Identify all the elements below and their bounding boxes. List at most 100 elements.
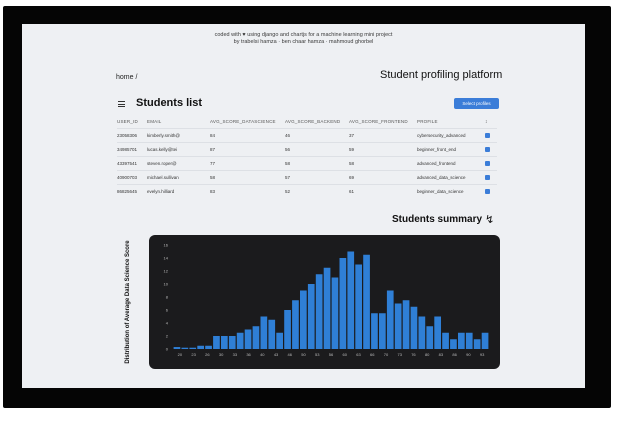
table-cell: 58 bbox=[285, 156, 349, 171]
x-tick-label: 30 bbox=[219, 352, 224, 357]
x-tick-label: 86 bbox=[452, 352, 457, 357]
histogram-bar[interactable] bbox=[307, 284, 315, 349]
histogram-bar[interactable] bbox=[260, 316, 268, 350]
select-profiles-button[interactable]: Select profiles bbox=[454, 98, 499, 109]
table-cell: lucas.kelly@tei bbox=[147, 142, 210, 157]
histogram-bar[interactable] bbox=[394, 303, 402, 350]
table-cell: 57 bbox=[285, 170, 349, 185]
x-tick-label: 60 bbox=[343, 352, 348, 357]
histogram-bar[interactable] bbox=[315, 274, 323, 349]
histogram-bar[interactable] bbox=[339, 258, 347, 349]
histogram-bar[interactable] bbox=[292, 300, 299, 349]
credit-line: coded with ♥ using django and chartjs fo… bbox=[214, 32, 393, 38]
histogram-bar[interactable] bbox=[426, 326, 434, 349]
histogram-bar[interactable] bbox=[173, 347, 181, 349]
table-cell: 58 bbox=[210, 170, 285, 185]
chart-ylabel-wrap: Distribution of Average Data Science Sco… bbox=[118, 235, 138, 369]
column-header: USER_ID bbox=[117, 119, 138, 124]
x-tick-label: 83 bbox=[439, 352, 444, 357]
histogram-bar[interactable] bbox=[363, 254, 370, 349]
table-row: 43397541 steven.roper@ 77 58 58 advanced… bbox=[117, 156, 497, 171]
histogram-bar[interactable] bbox=[410, 306, 418, 349]
table-cell: beginner_front_end bbox=[417, 142, 485, 157]
sort-icon[interactable]: ↕ bbox=[485, 119, 488, 125]
histogram-bar[interactable] bbox=[300, 290, 307, 350]
x-tick-label: 43 bbox=[274, 352, 279, 357]
histogram-bar[interactable] bbox=[189, 347, 197, 349]
y-tick-label: 12 bbox=[164, 269, 169, 274]
histogram-bar[interactable] bbox=[379, 313, 386, 349]
histogram-bar[interactable] bbox=[181, 347, 189, 349]
table-cell: 43397541 bbox=[117, 156, 147, 171]
histogram-bar[interactable] bbox=[402, 300, 410, 349]
x-tick-label: 70 bbox=[384, 352, 389, 357]
x-tick-label: 63 bbox=[356, 352, 361, 357]
histogram-bar[interactable] bbox=[450, 339, 457, 349]
histogram-bar[interactable] bbox=[481, 332, 489, 349]
page: coded with ♥ using django and chartjs fo… bbox=[22, 24, 585, 388]
x-tick-label: 46 bbox=[288, 352, 293, 357]
histogram-bar[interactable] bbox=[458, 332, 465, 349]
histogram-bar[interactable] bbox=[331, 277, 339, 350]
table-cell: advanced_frontend bbox=[417, 156, 485, 171]
row-action-icon[interactable] bbox=[485, 133, 490, 139]
row-action-icon[interactable] bbox=[485, 147, 490, 153]
histogram-bar[interactable] bbox=[434, 316, 441, 350]
histogram-bar[interactable] bbox=[284, 310, 291, 349]
histogram-bar[interactable] bbox=[228, 336, 236, 349]
histogram-bar[interactable] bbox=[236, 332, 244, 349]
menu-icon[interactable] bbox=[118, 101, 125, 107]
histogram-bar[interactable] bbox=[473, 339, 481, 349]
histogram-bar[interactable] bbox=[347, 251, 355, 350]
y-tick-label: 4 bbox=[166, 321, 169, 326]
credit-authors: by trabelsi hamza · ben chaar hamza · ma… bbox=[233, 39, 374, 45]
histogram-bar[interactable] bbox=[252, 326, 260, 349]
table-header-row: USER_ID EMAIL AVG_SCORE_DATASCIENCE AVG_… bbox=[117, 115, 497, 129]
students-list-title: Students list bbox=[136, 97, 203, 109]
histogram-bar[interactable] bbox=[244, 329, 252, 350]
histogram-bar[interactable] bbox=[355, 264, 362, 350]
column-header: AVG_SCORE_BACKEND bbox=[285, 119, 341, 124]
y-tick-label: 16 bbox=[164, 243, 169, 248]
histogram-bar[interactable] bbox=[386, 290, 394, 350]
x-tick-label: 73 bbox=[397, 352, 402, 357]
x-tick-label: 53 bbox=[315, 352, 320, 357]
row-action-icon[interactable] bbox=[485, 175, 490, 181]
histogram-bar[interactable] bbox=[371, 313, 378, 349]
y-tick-label: 10 bbox=[164, 282, 169, 287]
histogram-bar[interactable] bbox=[276, 332, 283, 349]
x-tick-label: 36 bbox=[246, 352, 251, 357]
table-cell: cybersecurity_advanced bbox=[417, 128, 485, 143]
histogram-bar[interactable] bbox=[323, 267, 331, 349]
x-tick-label: 80 bbox=[425, 352, 430, 357]
histogram-bar[interactable] bbox=[442, 332, 449, 349]
table-cell: 40900703 bbox=[117, 170, 147, 185]
histogram-bar[interactable] bbox=[205, 345, 212, 349]
y-tick-label: 8 bbox=[166, 295, 169, 300]
histogram-bar[interactable] bbox=[197, 345, 204, 349]
x-tick-label: 23 bbox=[191, 352, 196, 357]
x-tick-label: 90 bbox=[466, 352, 471, 357]
lightning-bolt-icon[interactable]: ↯ bbox=[485, 213, 494, 226]
x-tick-label: 93 bbox=[480, 352, 485, 357]
x-tick-label: 76 bbox=[411, 352, 416, 357]
column-header: EMAIL bbox=[147, 119, 162, 124]
table-cell: evelyn.hilliard bbox=[147, 184, 210, 198]
histogram-bar[interactable] bbox=[418, 316, 426, 350]
app-title: Student profiling platform bbox=[380, 69, 503, 81]
table-cell: 87 bbox=[210, 142, 285, 157]
histogram-bar[interactable] bbox=[213, 336, 220, 349]
row-action-icon[interactable] bbox=[485, 161, 490, 167]
table-cell: 52 bbox=[285, 184, 349, 198]
table-cell: advanced_data_science bbox=[417, 170, 485, 185]
histogram-bar[interactable] bbox=[221, 336, 228, 349]
breadcrumb[interactable]: home / bbox=[116, 74, 137, 81]
x-tick-label: 66 bbox=[370, 352, 375, 357]
table-cell: 77 bbox=[210, 156, 285, 171]
histogram-bar[interactable] bbox=[465, 332, 473, 349]
table-row: 23058306 kimberly.smith@ 84 46 37 cybers… bbox=[117, 128, 497, 143]
column-header: AVG_SCORE_FRONTEND bbox=[349, 119, 408, 124]
histogram-bar[interactable] bbox=[268, 319, 276, 349]
row-action-icon[interactable] bbox=[485, 189, 490, 195]
table-cell: 83 bbox=[210, 184, 285, 198]
